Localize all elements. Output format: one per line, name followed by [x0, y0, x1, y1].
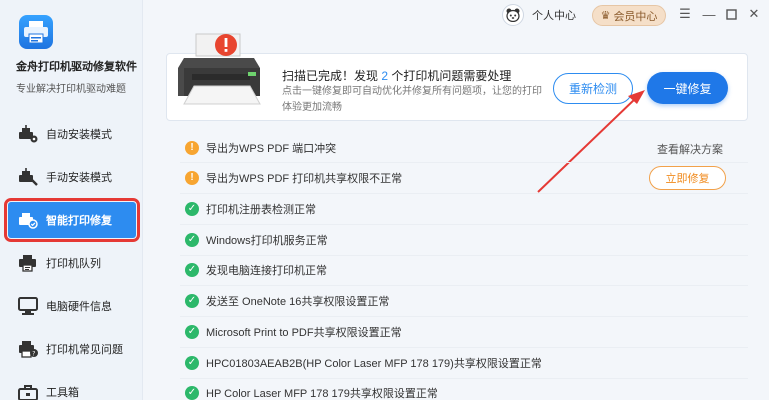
sidebar-item-label: 打印机队列: [46, 258, 101, 270]
sidebar-item-auto-install[interactable]: 自动安装模式: [8, 116, 136, 152]
sidebar-item-label: 电脑硬件信息: [46, 301, 112, 313]
sidebar: 金舟打印机驱动修复软件 专业解决打印机驱动难题 自动安装模式 手动安装模式 智能…: [0, 0, 143, 400]
divider: [180, 378, 748, 379]
sidebar-item-label: 工具箱: [46, 387, 79, 399]
printer-illustration: [178, 28, 268, 121]
hardware-info-icon: [18, 296, 38, 316]
divider: [180, 162, 748, 163]
sidebar-item-manual-install[interactable]: 手动安装模式: [8, 159, 136, 195]
sidebar-item-hardware-info[interactable]: 电脑硬件信息: [8, 288, 136, 324]
sidebar-item-toolbox[interactable]: 工具箱: [8, 374, 136, 400]
app-subtitle: 专业解决打印机驱动难题: [16, 84, 126, 95]
app-name: 金舟打印机驱动修复软件: [16, 61, 137, 73]
sidebar-item-label: 打印机常见问题: [46, 344, 123, 356]
view-solution-link[interactable]: 查看解决方案: [657, 141, 723, 157]
check-icon: ✓: [185, 233, 199, 247]
user-center-label: 个人中心: [532, 10, 576, 22]
scan-result-title: 扫描已完成！发现 2 个打印机问题需要处理: [282, 69, 512, 83]
list-item: ✓ 发送至 OneNote 16共享权限设置正常: [185, 291, 389, 311]
rescan-button[interactable]: 重新检测: [553, 73, 633, 104]
divider: [180, 347, 748, 348]
sidebar-item-label: 智能打印修复: [46, 215, 112, 227]
divider: [180, 285, 748, 286]
sidebar-item-faq[interactable]: ? 打印机常见问题: [8, 331, 136, 367]
user-center-button[interactable]: 个人中心: [502, 4, 576, 26]
svg-text:?: ?: [32, 351, 35, 358]
manual-install-icon: [18, 167, 38, 187]
check-icon: ✓: [185, 325, 199, 339]
scan-result-description: 点击一键修复即可自动优化并修复所有问题项，让您的打印体验更加流畅: [282, 86, 542, 113]
divider: [180, 224, 748, 225]
sidebar-item-printer-queue[interactable]: 打印机队列: [8, 245, 136, 281]
close-icon[interactable]: ✕: [745, 4, 763, 24]
smart-repair-icon: [18, 210, 38, 230]
divider: [180, 316, 748, 317]
printer-queue-icon: [18, 253, 38, 273]
faq-icon: ?: [18, 339, 38, 359]
vip-center-label: 会员中心: [613, 10, 658, 23]
list-item: ✓ HPC01803AEAB2B(HP Color Laser MFP 178 …: [185, 353, 542, 373]
check-icon: ✓: [185, 386, 199, 400]
divider: [180, 193, 748, 194]
sidebar-item-label: 自动安装模式: [46, 129, 112, 141]
list-item: ✓ HP Color Laser MFP 178 179共享权限设置正常: [185, 383, 438, 400]
maximize-icon[interactable]: [722, 4, 740, 24]
printer-logo-icon: [24, 21, 48, 43]
check-icon: ✓: [185, 202, 199, 216]
avatar: [502, 4, 524, 26]
auto-install-icon: [18, 124, 38, 144]
one-click-fix-button[interactable]: 一键修复: [647, 72, 728, 104]
check-icon: ✓: [185, 263, 199, 277]
app-logo: [19, 15, 53, 49]
list-item: ✓ 发现电脑连接打印机正常: [185, 260, 327, 280]
toolbox-icon: [18, 382, 38, 400]
crown-icon: ♛: [600, 10, 611, 22]
check-icon: ✓: [185, 356, 199, 370]
list-item: ✓ Microsoft Print to PDF共享权限设置正常: [185, 322, 402, 342]
warning-icon: !: [185, 171, 199, 185]
list-item: ✓ Windows打印机服务正常: [185, 230, 328, 250]
list-item: ! 导出为WPS PDF 端口冲突: [185, 138, 336, 158]
problem-count: 2: [381, 69, 389, 83]
check-icon: ✓: [185, 294, 199, 308]
fix-now-button[interactable]: 立即修复: [649, 166, 726, 190]
divider: [180, 255, 748, 256]
list-item: ✓ 打印机注册表检测正常: [185, 199, 316, 219]
minimize-icon[interactable]: —: [700, 4, 718, 24]
list-item: ! 导出为WPS PDF 打印机共享权限不正常: [185, 168, 402, 188]
menu-icon[interactable]: ☰: [676, 4, 694, 24]
sidebar-item-smart-repair[interactable]: 智能打印修复: [4, 198, 140, 242]
vip-center-button[interactable]: ♛ 会员中心: [592, 5, 666, 26]
warning-icon: !: [185, 141, 199, 155]
sidebar-item-label: 手动安装模式: [46, 172, 112, 184]
